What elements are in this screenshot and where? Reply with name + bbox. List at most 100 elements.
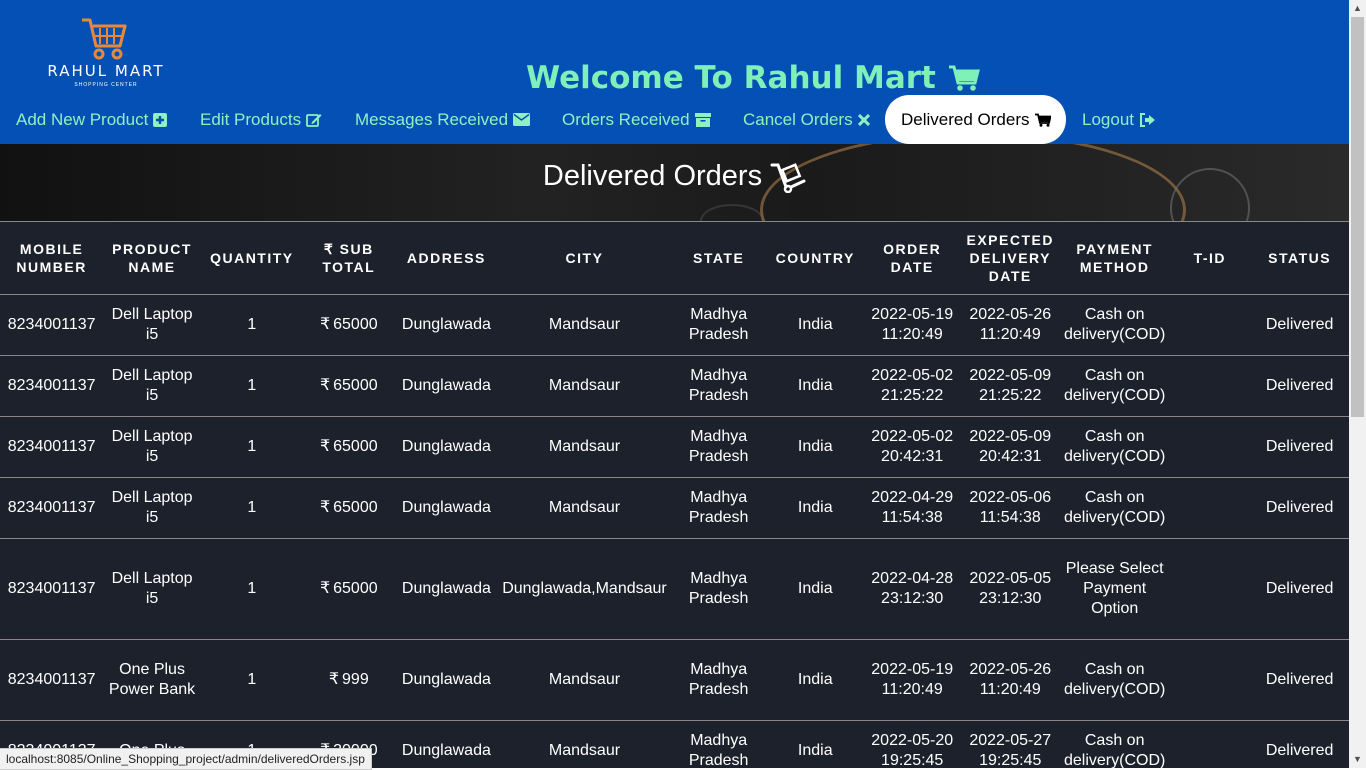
subtotal-value: 65000 xyxy=(333,377,378,394)
mobile-number-cell: 8234001137 xyxy=(0,416,104,478)
nav-logout[interactable]: Logout xyxy=(1082,95,1156,144)
close-icon xyxy=(857,113,870,126)
payment-method-cell: Cash on delivery(COD) xyxy=(1060,477,1170,539)
table-body: 8234001137 Dell Laptop i5 1 ₹65000 Dunglawad… xyxy=(0,294,1349,768)
nav-label: Delivered Orders xyxy=(901,109,1030,129)
subtotal-cell: ₹65000 xyxy=(302,538,395,640)
mobile-number-cell: 8234001137 xyxy=(0,477,104,539)
address-cell: Dunglawada xyxy=(394,720,499,768)
order-date-cell: 2022-05-19 11:20:49 xyxy=(863,639,961,721)
nav-add-new-product[interactable]: Add New Product xyxy=(16,95,168,144)
address-cell: Dunglawada xyxy=(394,355,499,417)
column-header: STATE xyxy=(670,221,767,295)
table-row: 8234001137 Dell Laptop i5 1 ₹65000 Dunglawad… xyxy=(0,477,1349,539)
address-cell: Dunglawada xyxy=(394,294,499,356)
mobile-number-cell: 8234001137 xyxy=(0,355,104,417)
nav-delivered-orders[interactable]: Delivered Orders xyxy=(885,95,1066,144)
welcome-text: Welcome To Rahul Mart xyxy=(526,60,936,96)
subtotal-value: 65000 xyxy=(333,316,378,333)
state-cell: Madhya Pradesh xyxy=(670,538,767,640)
city-cell: Mandsaur xyxy=(498,355,671,417)
delivery-date-cell: 2022-05-26 11:20:49 xyxy=(960,639,1060,721)
archive-icon xyxy=(694,112,711,127)
nav-label: Orders Received xyxy=(562,109,690,129)
table-header-row: MOBILE NUMBER PRODUCT NAME QUANTITY ₹ SU… xyxy=(0,221,1349,295)
transaction-id-cell xyxy=(1169,294,1251,356)
page: RAHUL MART SHOPPING CENTER Welcome To Ra… xyxy=(0,0,1349,768)
nav-messages-received[interactable]: Messages Received xyxy=(355,95,531,144)
nav-cancel-orders[interactable]: Cancel Orders xyxy=(743,95,870,144)
delivery-date-cell: 2022-05-26 11:20:49 xyxy=(960,294,1060,356)
nav-label: Messages Received xyxy=(355,109,509,129)
vertical-scrollbar[interactable]: ▲ ▼ xyxy=(1349,0,1366,768)
nav-label: Edit Products xyxy=(200,109,302,129)
column-header: PAYMENT METHOD xyxy=(1060,221,1170,295)
product-name-cell: Dell Laptop i5 xyxy=(103,538,201,640)
subtotal-cell: ₹65000 xyxy=(302,294,395,356)
delivery-date-cell: 2022-05-09 20:42:31 xyxy=(960,416,1060,478)
quantity-cell: 1 xyxy=(200,538,303,640)
transaction-id-cell xyxy=(1169,720,1251,768)
scroll-up-arrow-icon[interactable]: ▲ xyxy=(1349,0,1366,17)
subtotal-value: 65000 xyxy=(333,438,378,455)
country-cell: India xyxy=(766,416,864,478)
quantity-cell: 1 xyxy=(200,416,303,478)
city-cell: Mandsaur xyxy=(498,720,671,768)
country-cell: India xyxy=(766,720,864,768)
nav-edit-products[interactable]: Edit Products xyxy=(200,95,322,144)
state-cell: Madhya Pradesh xyxy=(670,477,767,539)
nav-orders-received[interactable]: Orders Received xyxy=(562,95,711,144)
rupee-icon: ₹ xyxy=(319,580,331,597)
rupee-icon: ₹ xyxy=(319,438,331,455)
subtotal-cell: ₹65000 xyxy=(302,416,395,478)
welcome-title: Welcome To Rahul Mart xyxy=(526,58,980,98)
transaction-id-cell xyxy=(1169,416,1251,478)
product-name-cell: Dell Laptop i5 xyxy=(103,477,201,539)
scroll-down-arrow-icon[interactable]: ▼ xyxy=(1349,751,1366,768)
country-cell: India xyxy=(766,639,864,721)
subtotal-cell: ₹65000 xyxy=(302,355,395,417)
product-name-cell: Dell Laptop i5 xyxy=(103,294,201,356)
status-cell: Delivered xyxy=(1250,294,1349,356)
order-date-cell: 2022-04-29 11:54:38 xyxy=(863,477,961,539)
quantity-cell: 1 xyxy=(200,355,303,417)
column-header: ADDRESS xyxy=(394,221,499,295)
title-banner: Delivered Orders xyxy=(0,144,1349,221)
page-title-text: Delivered Orders xyxy=(542,160,763,192)
logo-name: RAHUL MART xyxy=(47,62,165,80)
link-status-bar: localhost:8085/Online_Shopping_project/a… xyxy=(0,748,372,770)
column-header: EXPECTED DELIVERY DATE xyxy=(960,221,1060,295)
status-cell: Delivered xyxy=(1250,639,1349,721)
plus-square-icon xyxy=(153,112,168,127)
order-date-cell: 2022-05-02 20:42:31 xyxy=(863,416,961,478)
city-cell: Mandsaur xyxy=(498,639,671,721)
column-header: T-ID xyxy=(1169,221,1251,295)
payment-method-cell: Cash on delivery(COD) xyxy=(1060,355,1170,417)
state-cell: Madhya Pradesh xyxy=(670,355,767,417)
rupee-icon: ₹ xyxy=(328,671,340,688)
table-row: 8234001137 Dell Laptop i5 1 ₹65000 Dunglawad… xyxy=(0,416,1349,478)
state-cell: Madhya Pradesh xyxy=(670,294,767,356)
order-date-cell: 2022-04-28 23:12:30 xyxy=(863,538,961,640)
state-cell: Madhya Pradesh xyxy=(670,720,767,768)
status-cell: Delivered xyxy=(1250,477,1349,539)
delivered-orders-table: MOBILE NUMBER PRODUCT NAME QUANTITY ₹ SU… xyxy=(0,221,1349,768)
quantity-cell: 1 xyxy=(200,639,303,721)
column-header: COUNTRY xyxy=(766,221,864,295)
column-header: ₹ SUB TOTAL xyxy=(302,221,395,295)
logo[interactable]: RAHUL MART SHOPPING CENTER xyxy=(30,14,180,90)
address-cell: Dunglawada xyxy=(394,538,499,640)
edit-icon xyxy=(306,113,322,127)
payment-method-cell: Cash on delivery(COD) xyxy=(1060,294,1170,356)
rupee-icon: ₹ xyxy=(319,377,331,394)
payment-method-cell: Cash on delivery(COD) xyxy=(1060,416,1170,478)
address-cell: Dunglawada xyxy=(394,416,499,478)
scrollbar-thumb[interactable] xyxy=(1351,17,1364,417)
city-cell: Mandsaur xyxy=(498,477,671,539)
column-header: CITY xyxy=(498,221,671,295)
transaction-id-cell xyxy=(1169,538,1251,640)
status-cell: Delivered xyxy=(1250,538,1349,640)
subtotal-value: 65000 xyxy=(333,580,378,597)
mobile-number-cell: 8234001137 xyxy=(0,639,104,721)
product-name-cell: Dell Laptop i5 xyxy=(103,355,201,417)
